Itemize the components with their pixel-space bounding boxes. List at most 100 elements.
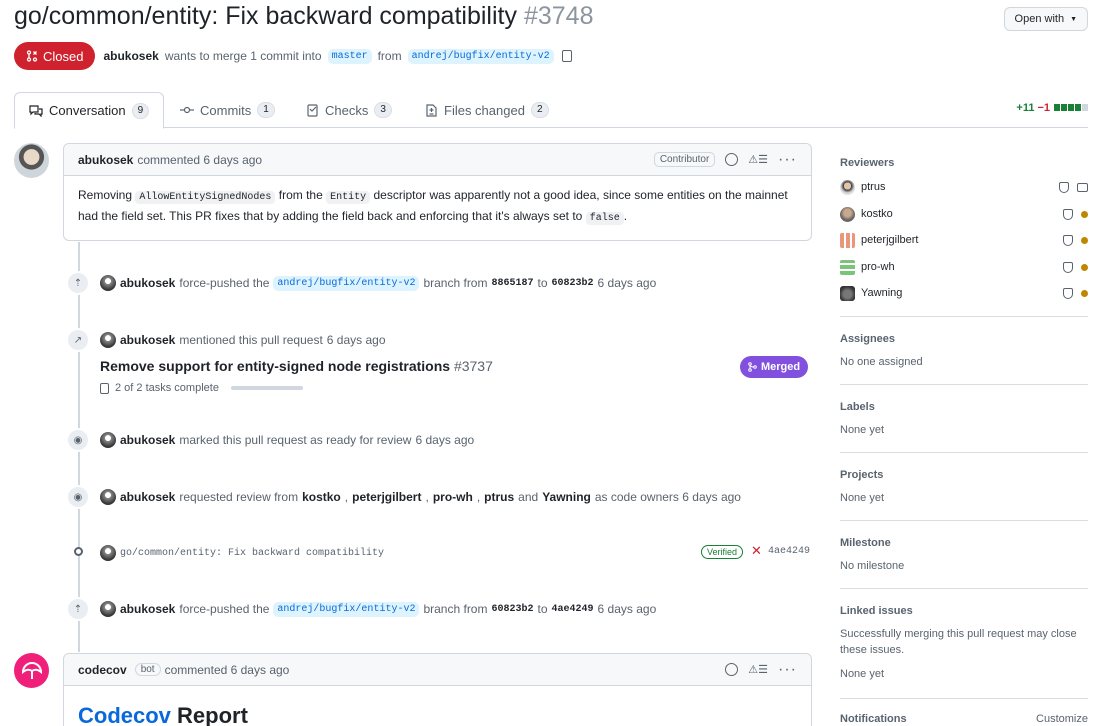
pr-number: #3748 (523, 2, 594, 30)
customize-link[interactable]: Customize (1036, 713, 1088, 725)
avatar[interactable] (840, 285, 855, 301)
smiley-icon[interactable] (725, 153, 739, 166)
merged-label: Merged (761, 361, 801, 373)
comment-time[interactable]: commented 6 days ago (165, 663, 290, 677)
timeline-event: abukosek requested review from kostko, p… (100, 489, 741, 505)
commit-sha[interactable]: 8865187 (491, 278, 533, 289)
timeline-event: abukosek force-pushed the andrej/bugfix/… (100, 275, 656, 291)
linked-issues-heading[interactable]: Linked issues (840, 605, 913, 617)
author-link[interactable]: abukosek (103, 49, 158, 63)
avatar[interactable] (840, 206, 855, 222)
warning-icon[interactable]: ⚠☰ (748, 153, 768, 166)
reviewer-name[interactable]: ptrus (861, 181, 885, 193)
event-time[interactable]: 6 days ago (598, 276, 657, 290)
reviewer-name[interactable]: kostko (861, 208, 893, 220)
milestone-section: Milestone No milestone (840, 521, 1088, 589)
copy-icon[interactable] (561, 50, 572, 62)
identicon-avatar[interactable] (840, 259, 855, 275)
commit-sha[interactable]: 4ae4249 (768, 546, 810, 557)
head-branch[interactable]: andrej/bugfix/entity-v2 (407, 48, 554, 64)
event-time[interactable]: 6 days ago (415, 433, 474, 447)
tab-count: 2 (530, 102, 549, 118)
separator: , (425, 490, 429, 504)
avatar[interactable] (100, 489, 116, 505)
state-badge: Closed (14, 42, 96, 70)
avatar[interactable] (840, 179, 855, 195)
tab-commits[interactable]: Commits 1 (166, 92, 289, 128)
commit-sha[interactable]: 60823b2 (491, 604, 533, 615)
eye-icon: ◉ (66, 485, 90, 509)
referenced-pr-title[interactable]: Remove support for entity-signed node re… (100, 358, 493, 374)
assignees-heading[interactable]: Assignees (840, 333, 895, 345)
body-text: . (623, 209, 628, 223)
projects-heading[interactable]: Projects (840, 469, 883, 481)
avatar[interactable] (100, 601, 116, 617)
reviewers-heading[interactable]: Reviewers (840, 157, 894, 169)
codecov-avatar[interactable] (14, 653, 49, 688)
event-user[interactable]: abukosek (120, 490, 175, 504)
tasks-text: 2 of 2 tasks complete (115, 382, 219, 394)
comment-author[interactable]: codecov (78, 663, 127, 677)
event-user[interactable]: abukosek (120, 602, 175, 616)
reviewer-name[interactable]: peterjgilbert (861, 234, 918, 246)
base-branch[interactable]: master (327, 48, 372, 64)
event-text: branch from (423, 276, 488, 290)
branch-ref[interactable]: andrej/bugfix/entity-v2 (273, 275, 420, 291)
timeline-commit: go/common/entity: Fix backward compatibi… (100, 545, 384, 561)
labels-value: None yet (840, 424, 885, 436)
open-with-label: Open with (1014, 13, 1065, 25)
tab-files-changed[interactable]: Files changed 2 (412, 92, 563, 128)
smiley-icon[interactable] (725, 663, 739, 676)
commit-sha[interactable]: 4ae4249 (552, 604, 594, 615)
avatar[interactable] (100, 275, 116, 291)
cross-reference-icon: ↗ (66, 328, 90, 352)
shield-icon (1059, 181, 1069, 193)
reviewer-link[interactable]: pro-wh (433, 490, 473, 504)
event-time[interactable]: 6 days ago (327, 333, 386, 347)
author-role-badge: Contributor (653, 152, 716, 167)
reviewer-row: kostko (840, 205, 1088, 223)
x-icon[interactable]: ✕ (751, 543, 762, 559)
diffstat-blocks (1053, 102, 1088, 114)
event-user[interactable]: abukosek (120, 333, 175, 347)
comment-time[interactable]: commented 6 days ago (137, 153, 262, 167)
branch-ref[interactable]: andrej/bugfix/entity-v2 (273, 601, 420, 617)
commit-sha[interactable]: 60823b2 (552, 278, 594, 289)
git-merge-icon (748, 362, 757, 372)
kebab-icon[interactable]: ··· (778, 661, 797, 677)
tab-checks[interactable]: Checks 3 (293, 92, 406, 128)
event-user[interactable]: abukosek (120, 276, 175, 290)
ref-title: Remove support for entity-signed node re… (100, 358, 451, 374)
event-text: force-pushed the (179, 276, 270, 290)
event-user[interactable]: abukosek (120, 433, 175, 447)
reviewer-link[interactable]: kostko (302, 490, 341, 504)
avatar[interactable] (100, 332, 116, 348)
avatar[interactable] (100, 432, 116, 448)
shield-icon (1063, 234, 1073, 246)
verified-badge[interactable]: Verified (701, 545, 744, 559)
warning-icon[interactable]: ⚠☰ (748, 663, 768, 676)
state-label: Closed (43, 48, 84, 64)
avatar[interactable] (100, 545, 116, 561)
tab-count: 9 (131, 102, 150, 119)
reviewer-name[interactable]: pro-wh (861, 261, 895, 273)
reviewer-name[interactable]: Yawning (861, 287, 902, 299)
reviewer-link[interactable]: peterjgilbert (352, 490, 421, 504)
labels-heading[interactable]: Labels (840, 401, 875, 413)
pending-dot-icon (1081, 236, 1088, 244)
open-with-button[interactable]: Open with ▼ (1003, 7, 1088, 31)
reviewer-link[interactable]: Yawning (542, 490, 591, 504)
commit-message[interactable]: go/common/entity: Fix backward compatibi… (120, 548, 384, 559)
reviewer-link[interactable]: ptrus (484, 490, 514, 504)
diffstat-block (1054, 104, 1060, 111)
codecov-link[interactable]: Codecov (78, 703, 171, 726)
comment-author[interactable]: abukosek (78, 153, 133, 167)
kebab-icon[interactable]: ··· (778, 151, 797, 167)
inline-code: false (585, 212, 624, 225)
event-time[interactable]: 6 days ago (598, 602, 657, 616)
tab-conversation[interactable]: Conversation 9 (14, 92, 165, 129)
milestone-heading[interactable]: Milestone (840, 537, 891, 549)
timeline-event: abukosek force-pushed the andrej/bugfix/… (100, 601, 656, 617)
identicon-avatar[interactable] (840, 232, 855, 248)
avatar[interactable] (14, 143, 49, 178)
